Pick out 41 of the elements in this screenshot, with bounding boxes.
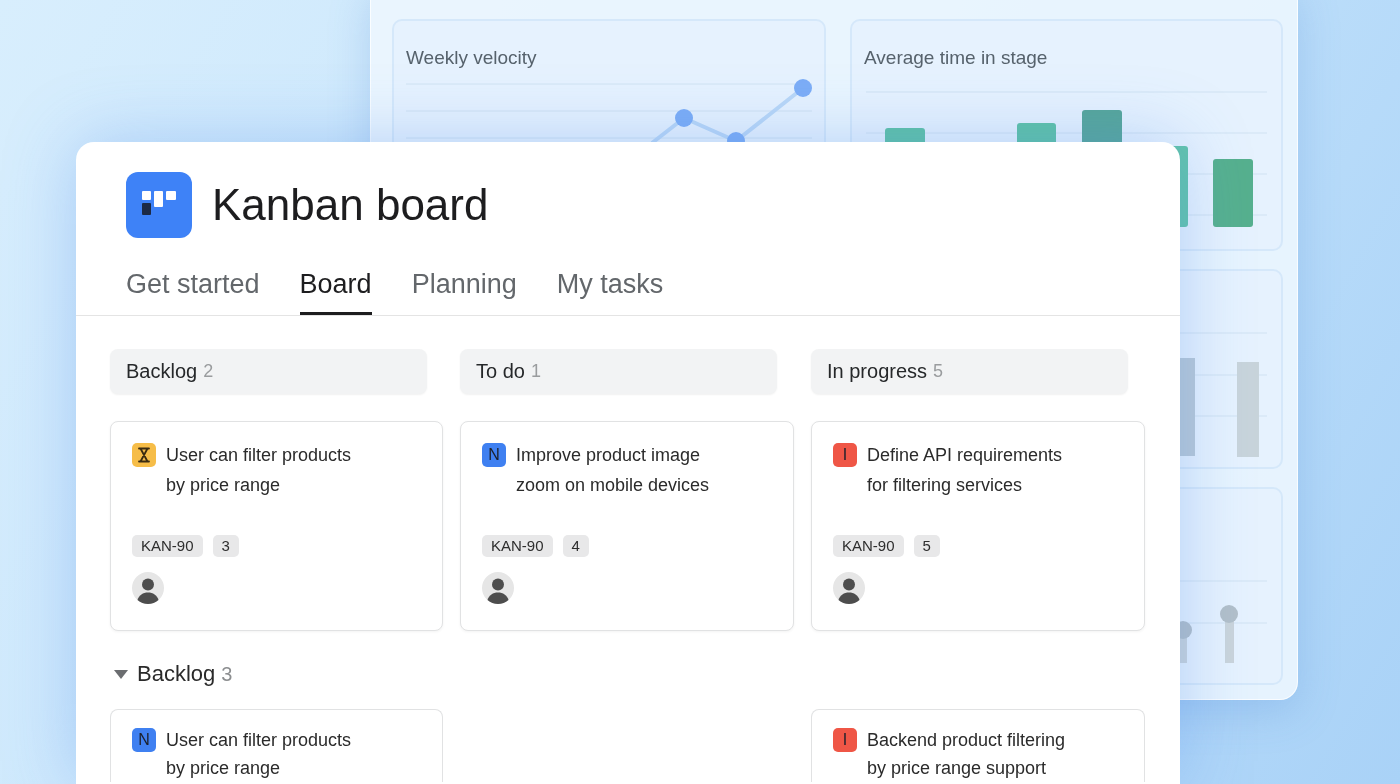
nav-tab[interactable]: My tasks [556,268,664,315]
issue-type-marker: I [833,443,857,467]
story-points-tag: 5 [913,535,940,557]
card-title: Improve product image zoom on mobile devices [516,444,711,497]
task-card[interactable]: I Define API requirements for filtering services KAN-90 5 [811,421,1145,631]
chart-title: Average time in stage [864,47,1048,69]
caret-icon[interactable] [114,669,128,679]
issue-type-marker: I [833,728,857,752]
task-card[interactable]: N User can filter products by price range [110,709,443,782]
nav-tab[interactable]: Planning [411,268,517,315]
issue-type-marker: N [132,728,156,752]
card-title: User can filter products by price range [166,729,353,780]
chart-bar [1213,159,1253,227]
card-title: Define API requirements for filtering services [867,444,1064,497]
issue-key-tag: KAN-90 [482,535,553,557]
task-card[interactable]: User can filter products by price range KAN-90 3 [110,421,443,631]
column-title: In progress [827,360,928,383]
page-title: Kanban board [212,179,489,231]
column-count: 5 [933,361,944,382]
task-card[interactable]: N Improve product image zoom on mobile devices KAN-90 4 [460,421,794,631]
issue-key-tag: KAN-90 [132,535,203,557]
card-title: User can filter products by price range [166,444,353,497]
card-title: Backend product filtering by price range support [867,729,1067,780]
lane-count: 3 [221,662,233,686]
column-count: 2 [203,361,214,382]
data-point [675,109,693,127]
column-title: To do [476,360,525,383]
column-title: Backlog [126,360,198,383]
task-card[interactable]: I Backend product filtering by price range support [811,709,1145,782]
nav-tab[interactable]: Board [299,268,372,315]
board-icon [126,172,192,238]
lane-title: Backlog [137,661,216,687]
column-count: 1 [530,361,541,382]
story-points-tag: 4 [562,535,589,557]
nav-tab[interactable]: Get started [126,268,260,315]
story-points-tag: 3 [212,535,239,557]
lollipop-marker [1220,605,1238,663]
chart-title: Weekly velocity [406,47,537,69]
data-point [794,79,812,97]
issue-type-marker: N [482,443,506,467]
issue-key-tag: KAN-90 [833,535,904,557]
